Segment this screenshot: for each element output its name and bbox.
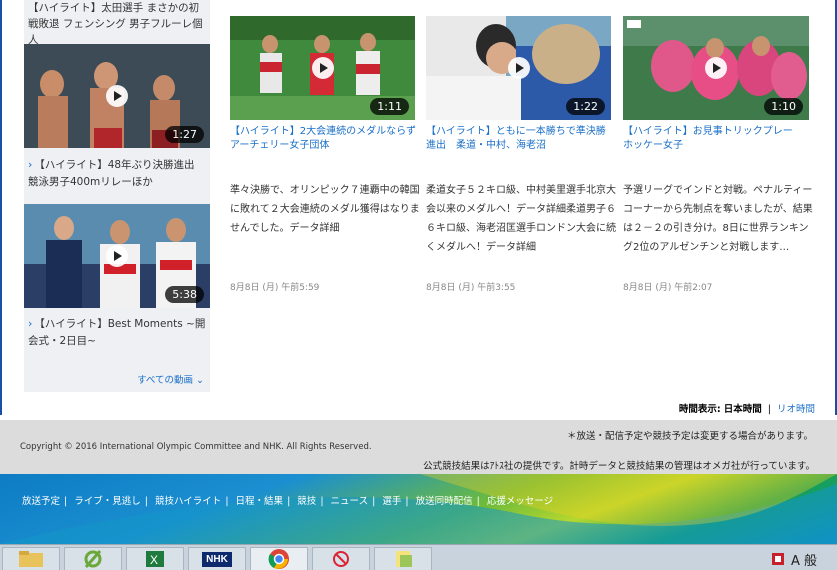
chrome-icon (268, 549, 289, 569)
excel-icon: X (146, 551, 164, 567)
left-edge-line (0, 0, 2, 415)
card-title-judo[interactable]: 【ハイライト】ともに一本勝ちで準決勝進出 柔道・中村、海老沼 (426, 125, 614, 153)
footer-decoration (0, 474, 837, 544)
results-provider-notice: 公式競技結果はｱﾄｽ社の提供です。計時データと競技結果の管理はオメガ社が行ってい… (423, 461, 815, 472)
left-top-caption-text[interactable]: 【ハイライト】太田選手 まさかの初戦敗退 フェンシング 男子フルーレ個人 (28, 2, 203, 46)
schedule-change-notice: ＊放送・配信予定や競技予定は変更する場合があります。 (566, 431, 813, 442)
folder-icon (19, 551, 43, 567)
tray-app-icon[interactable] (771, 552, 785, 566)
taskbar-explorer[interactable] (2, 547, 60, 570)
nav-divider: | (64, 496, 68, 507)
card-description-judo: 柔道女子５２キロ級、中村美里選手北京大会以来のメダルへ！データ詳細柔道男子６６キ… (426, 185, 616, 253)
footer-nav-background (0, 474, 837, 544)
footer-nav: 放送予定 | ライブ・見逃し | 競技ハイライト | 日程・結果 | 競技 | ニュース |… (22, 493, 553, 507)
footer-nav-athletes[interactable]: 選手 (382, 493, 401, 507)
video-thumb-swimming[interactable]: 1:27 (24, 44, 210, 148)
video-thumb-judo[interactable]: 1:22 (426, 16, 611, 120)
video-caption-best-moments[interactable]: › 【ハイライト】Best Moments ~開会式・2日目~ (28, 315, 208, 350)
play-icon (106, 85, 128, 107)
chevron-right-icon: › (28, 158, 33, 171)
timezone-switch: 時間表示: 日本時間 | リオ時間 (679, 401, 815, 415)
video-thumb-archery[interactable]: 1:11 (230, 16, 415, 120)
video-duration: 1:27 (165, 126, 204, 143)
footer-nav-highlights[interactable]: 競技ハイライト (155, 493, 221, 507)
video-caption-swimming[interactable]: › 【ハイライト】48年ぶり決勝進出 競泳男子400mリレーほか (28, 156, 208, 191)
play-icon (311, 57, 334, 79)
svg-text:X: X (150, 553, 158, 567)
timezone-separator: | (767, 404, 771, 415)
card-description-hockey: 予選リーグでインドと対戦。ペナルティーコーナーから先制点を奪いましたが、結果は２… (623, 185, 813, 253)
taskbar: X NHK A 般 (0, 544, 837, 570)
nav-divider: | (144, 496, 148, 507)
nav-divider: | (372, 496, 376, 507)
footer-nav-broadcast-schedule[interactable]: 放送予定 (22, 493, 60, 507)
taskbar-app-nosign[interactable] (312, 547, 370, 570)
taskbar-app-notes[interactable] (374, 547, 432, 570)
timezone-japan-option[interactable]: 日本時間 (724, 404, 762, 415)
card-date-judo: 8月8日 (月) 午前3:55 (426, 283, 516, 293)
taskbar-excel[interactable]: X (126, 547, 184, 570)
video-caption-link[interactable]: 【ハイライト】Best Moments ~開会式・2日目~ (28, 318, 205, 347)
left-top-caption[interactable]: 【ハイライト】太田選手 まさかの初戦敗退 フェンシング 男子フルーレ個人 (28, 0, 208, 48)
video-duration: 1:22 (566, 98, 605, 115)
timezone-rio-link[interactable]: リオ時間 (777, 404, 815, 415)
nav-divider: | (225, 496, 229, 507)
system-tray: A 般 (765, 547, 837, 570)
all-videos-link[interactable]: すべての動画 ⌄ (137, 372, 204, 386)
play-icon (705, 57, 727, 79)
nav-divider: | (320, 496, 324, 507)
card-date-archery: 8月8日 (月) 午前5:59 (230, 283, 320, 293)
video-duration: 1:10 (764, 98, 803, 115)
copyright-text: Copyright © 2016 International Olympic C… (20, 442, 372, 452)
ime-indicator[interactable]: A 般 (791, 550, 817, 569)
video-thumb-best-moments[interactable]: 5:38 (24, 204, 210, 308)
play-icon (106, 245, 128, 267)
taskbar-app-green[interactable] (64, 547, 122, 570)
card-title-hockey[interactable]: 【ハイライト】お見事トリックプレー ホッケー女子 (623, 125, 811, 153)
footer-nav-cheer-messages[interactable]: 応援メッセージ (487, 493, 553, 507)
video-thumb-hockey[interactable]: 1:10 (623, 16, 809, 120)
footer-nav-sports[interactable]: 競技 (297, 493, 316, 507)
video-duration: 1:11 (370, 98, 409, 115)
play-icon (507, 57, 530, 79)
left-video-column: 【ハイライト】太田選手 まさかの初戦敗退 フェンシング 男子フルーレ個人 1:2… (24, 0, 210, 392)
taskbar-nhk[interactable]: NHK (188, 547, 246, 570)
footer-nav-simulcast[interactable]: 放送同時配信 (416, 493, 473, 507)
nav-divider: | (287, 496, 291, 507)
video-duration: 5:38 (165, 286, 204, 303)
timezone-label: 時間表示: (678, 404, 721, 415)
nav-divider: | (405, 496, 409, 507)
chevron-right-icon: › (28, 317, 33, 330)
taskbar-chrome[interactable] (250, 547, 308, 570)
no-sign-icon (333, 551, 349, 567)
nav-divider: | (476, 496, 480, 507)
card-date-hockey: 8月8日 (月) 午前2:07 (623, 283, 713, 293)
footer-nav-live[interactable]: ライブ・見逃し (74, 493, 141, 507)
video-caption-link[interactable]: 【ハイライト】48年ぶり決勝進出 競泳男子400mリレーほか (28, 159, 205, 188)
card-title-archery[interactable]: 【ハイライト】2大会連続のメダルならず アーチェリー女子団体 (230, 125, 426, 153)
card-description-archery: 準々決勝で、オリンピック７連覇中の韓国に敗れて２大会連続のメダル獲得はなりません… (230, 185, 420, 234)
nhk-logo-icon: NHK (202, 551, 232, 567)
green-app-icon (84, 550, 102, 568)
footer-nav-schedule-results[interactable]: 日程・結果 (236, 493, 284, 507)
notes-icon (396, 551, 412, 567)
footer-nav-news[interactable]: ニュース (331, 493, 369, 507)
